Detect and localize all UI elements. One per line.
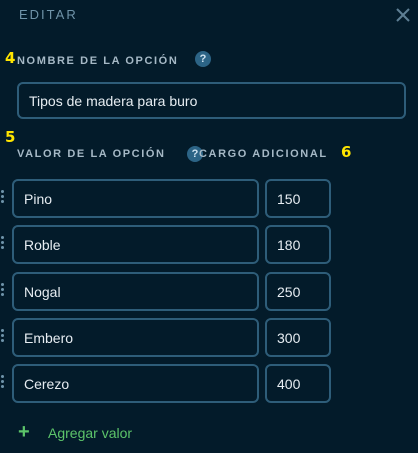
close-icon[interactable]	[393, 5, 413, 25]
drag-handle-icon[interactable]	[0, 329, 6, 343]
step-marker-4: 4	[5, 49, 16, 67]
plus-icon: +	[18, 421, 30, 443]
panel-title: EDITAR	[19, 7, 78, 22]
option-name-input[interactable]	[17, 82, 406, 119]
option-value-input[interactable]	[12, 179, 259, 218]
additional-charge-input[interactable]	[265, 364, 331, 403]
option-value-label: VALOR DE LA OPCIÓN	[17, 148, 166, 160]
add-value-label: Agregar valor	[48, 425, 133, 441]
option-name-label: NOMBRE DE LA OPCIÓN	[17, 55, 179, 67]
additional-charge-input[interactable]	[265, 179, 331, 218]
additional-charge-label: CARGO ADICIONAL	[199, 148, 328, 160]
drag-handle-icon[interactable]	[0, 190, 6, 204]
step-marker-5: 5	[5, 128, 16, 146]
option-value-input[interactable]	[12, 272, 259, 311]
option-value-input[interactable]	[12, 318, 259, 357]
additional-charge-input[interactable]	[265, 225, 331, 264]
additional-charge-input[interactable]	[265, 272, 331, 311]
option-name-help-icon[interactable]: ?	[195, 51, 211, 67]
option-value-input[interactable]	[12, 225, 259, 264]
option-value-input[interactable]	[12, 364, 259, 403]
drag-handle-icon[interactable]	[0, 375, 6, 389]
drag-handle-icon[interactable]	[0, 236, 6, 250]
additional-charge-input[interactable]	[265, 318, 331, 357]
edit-option-panel: EDITAR 4 NOMBRE DE LA OPCIÓN ? 5 VALOR D…	[0, 0, 418, 453]
drag-handle-icon[interactable]	[0, 283, 6, 297]
step-marker-6: 6	[341, 143, 352, 161]
